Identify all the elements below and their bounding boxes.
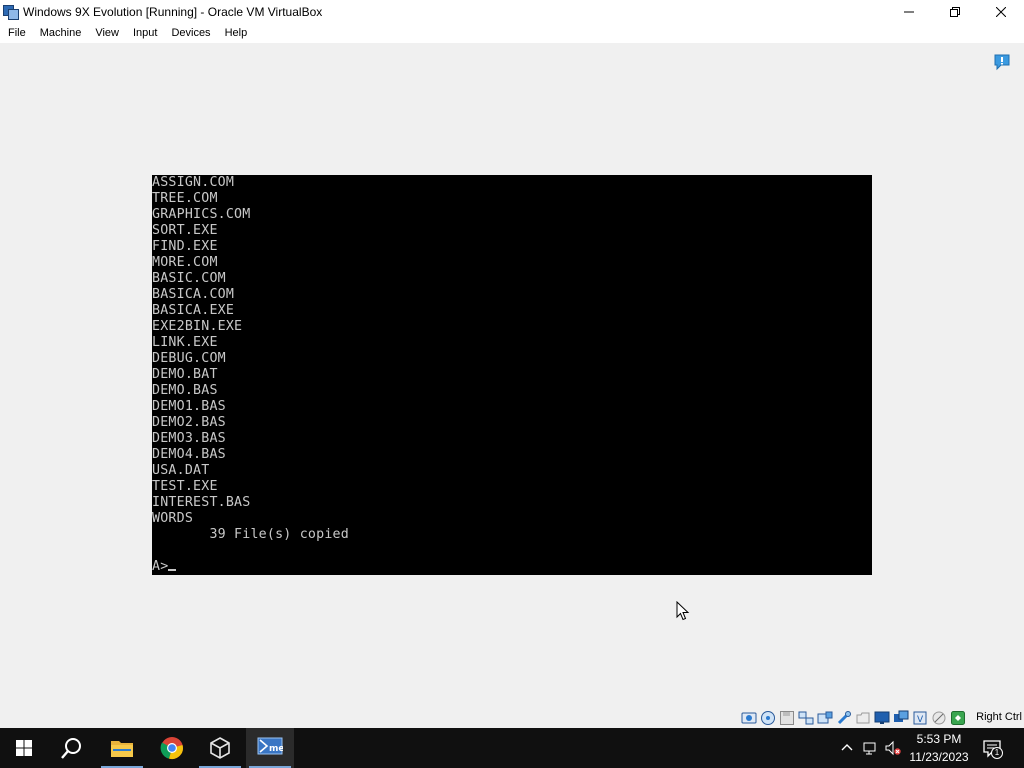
window-title-bar[interactable]: Windows 9X Evolution [Running] - Oracle …: [0, 0, 1024, 23]
minimize-button[interactable]: [886, 0, 932, 23]
console-line: DEMO1.BAS: [152, 399, 226, 414]
console-line: GRAPHICS.COM: [152, 207, 251, 222]
chrome-button[interactable]: [148, 728, 196, 768]
close-button[interactable]: [978, 0, 1024, 23]
console-line: LINK.EXE: [152, 335, 218, 350]
network-status-icon[interactable]: [863, 740, 879, 756]
cube-icon: [210, 737, 230, 759]
hard-disk-icon[interactable]: [741, 710, 757, 726]
notification-center-icon[interactable]: [993, 53, 1011, 71]
virtualbox-vm-button[interactable]: me: [246, 728, 294, 768]
file-explorer-button[interactable]: [98, 728, 146, 768]
window-title: Windows 9X Evolution [Running] - Oracle …: [23, 4, 323, 19]
clock-time: 5:53 PM: [916, 732, 962, 746]
menu-input[interactable]: Input: [126, 23, 164, 43]
close-icon: [996, 6, 1006, 17]
speaker-muted-icon[interactable]: [885, 740, 901, 756]
video-capture-icon[interactable]: [874, 710, 890, 726]
chrome-icon: [160, 737, 183, 759]
windows-me-vm-icon: me: [257, 737, 283, 755]
svg-text:me: me: [269, 744, 283, 754]
console-line: SORT.EXE: [152, 223, 218, 238]
mouse-integration-icon[interactable]: [931, 710, 947, 726]
guest-dos-console[interactable]: ASSIGN.COM TREE.COM GRAPHICS.COM SORT.EXE FI…: [152, 175, 872, 575]
optical-drive-icon[interactable]: [760, 710, 776, 726]
search-button[interactable]: [48, 728, 96, 768]
console-line: MORE.COM: [152, 255, 218, 270]
search-icon: [61, 738, 81, 759]
virtualbox-manager-button[interactable]: [196, 728, 244, 768]
menu-help[interactable]: Help: [218, 23, 255, 43]
console-line: DEMO.BAT: [152, 367, 218, 382]
console-line: USA.DAT: [152, 463, 210, 478]
console-line: 39 File(s) copied: [152, 527, 349, 542]
console-line: ASSIGN.COM: [152, 175, 235, 190]
console-line: WORDS: [152, 511, 194, 526]
maximize-button[interactable]: [932, 0, 978, 23]
console-line: FIND.EXE: [152, 239, 218, 254]
menu-devices[interactable]: Devices: [164, 23, 217, 43]
console-line: DEMO4.BAS: [152, 447, 226, 462]
virtualbox-app-icon[interactable]: [3, 4, 19, 20]
console-line: TEST.EXE: [152, 479, 218, 494]
usb-icon[interactable]: [817, 710, 833, 726]
network-icon[interactable]: [798, 710, 814, 726]
shared-folders-icon[interactable]: [836, 710, 852, 726]
dos-prompt-line: A>: [152, 559, 177, 575]
svg-text:V: V: [917, 715, 924, 725]
system-clock[interactable]: 5:53 PM 11/23/2023: [906, 730, 972, 766]
menu-machine[interactable]: Machine: [33, 23, 89, 43]
start-button[interactable]: [0, 728, 48, 768]
vm-monitor-icon[interactable]: [893, 710, 909, 726]
menu-bar: File Machine View Input Devices Help: [0, 23, 1024, 43]
notification-bubble-icon: [983, 740, 1003, 759]
console-line: BASICA.COM: [152, 287, 235, 302]
chevron-up-icon[interactable]: [839, 740, 855, 756]
text-cursor: [168, 569, 177, 571]
notification-count: 1: [994, 748, 1000, 757]
action-center-button[interactable]: 1: [982, 738, 1004, 760]
menu-view[interactable]: View: [88, 23, 126, 43]
menu-file[interactable]: File: [1, 23, 33, 43]
console-line: DEBUG.COM: [152, 351, 226, 366]
windows-logo-icon: [16, 740, 32, 756]
console-line: BASIC.COM: [152, 271, 226, 286]
mouse-pointer-icon: [676, 601, 690, 621]
clock-date: 11/23/2023: [909, 750, 969, 764]
host-key-label: Right Ctrl: [976, 711, 1022, 723]
windows-taskbar: me 5:53 PM 11/23/2023 1: [0, 728, 1024, 768]
restore-icon: [950, 6, 960, 17]
console-line: INTEREST.BAS: [152, 495, 251, 510]
vm-status-bar: V Right Ctrl: [0, 708, 1024, 728]
console-line: DEMO3.BAS: [152, 431, 226, 446]
console-line: TREE.COM: [152, 191, 218, 206]
keyboard-icon[interactable]: [950, 710, 966, 726]
console-line: BASICA.EXE: [152, 303, 235, 318]
cpu-icon[interactable]: V: [912, 710, 928, 726]
folder-icon: [111, 741, 133, 757]
console-line: EXE2BIN.EXE: [152, 319, 243, 334]
display-icon[interactable]: [855, 710, 871, 726]
minimize-icon: [904, 11, 914, 12]
console-line: DEMO2.BAS: [152, 415, 226, 430]
floppy-icon[interactable]: [779, 710, 795, 726]
console-line: DEMO.BAS: [152, 383, 218, 398]
